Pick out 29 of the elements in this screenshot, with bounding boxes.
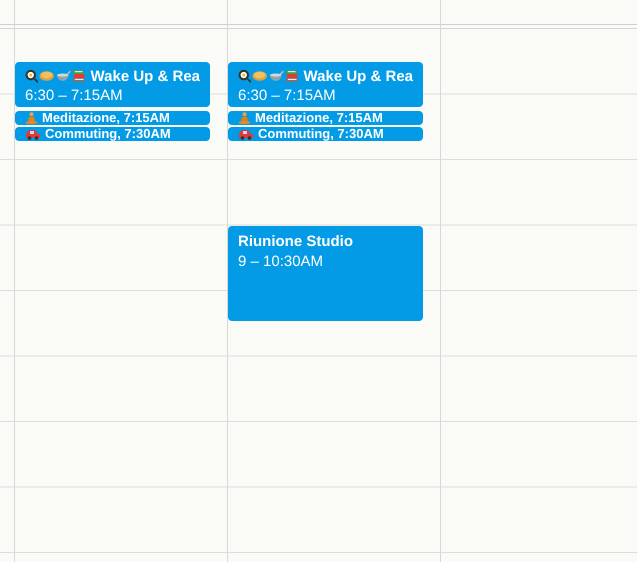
books-icon (72, 69, 86, 83)
event-title: Riunione Studio (238, 232, 354, 252)
event-title: Commuting, 7:30AM (45, 127, 171, 141)
books-icon (285, 69, 299, 83)
event-time: 9 – 10:30AM (238, 252, 324, 272)
pancake-icon (252, 70, 268, 82)
event-card[interactable]: Meditazione, 7:15AM (228, 111, 423, 125)
meditating-person-icon (25, 112, 38, 124)
event-card[interactable]: Riunione Studio 9 – 10:30AM (228, 226, 423, 321)
event-card[interactable]: Wake Up & Rea 6:30 – 7:15AM (228, 62, 423, 107)
event-title: Meditazione, 7:15AM (255, 111, 383, 125)
frying-pan-icon (25, 69, 38, 83)
event-time: 6:30 – 7:15AM (238, 86, 337, 106)
event-card[interactable]: Wake Up & Rea 6:30 – 7:15AM (15, 62, 210, 107)
event-card[interactable]: Meditazione, 7:15AM (15, 111, 210, 125)
meditating-person-icon (238, 112, 251, 124)
event-title: Wake Up & Rea (304, 68, 414, 84)
frying-pan-icon (238, 69, 252, 83)
event-title: Wake Up & Rea (90, 68, 200, 84)
event-card[interactable]: Commuting, 7:30AM (228, 127, 423, 141)
car-icon (238, 128, 254, 140)
event-time: 6:30 – 7:15AM (25, 86, 124, 106)
car-icon (25, 128, 41, 140)
bowl-icon (56, 70, 72, 82)
bowl-icon (268, 70, 284, 82)
event-card[interactable]: Commuting, 7:30AM (15, 127, 210, 141)
pancake-icon (39, 70, 55, 82)
event-title: Meditazione, 7:15AM (42, 111, 170, 125)
event-title: Commuting, 7:30AM (258, 127, 384, 141)
